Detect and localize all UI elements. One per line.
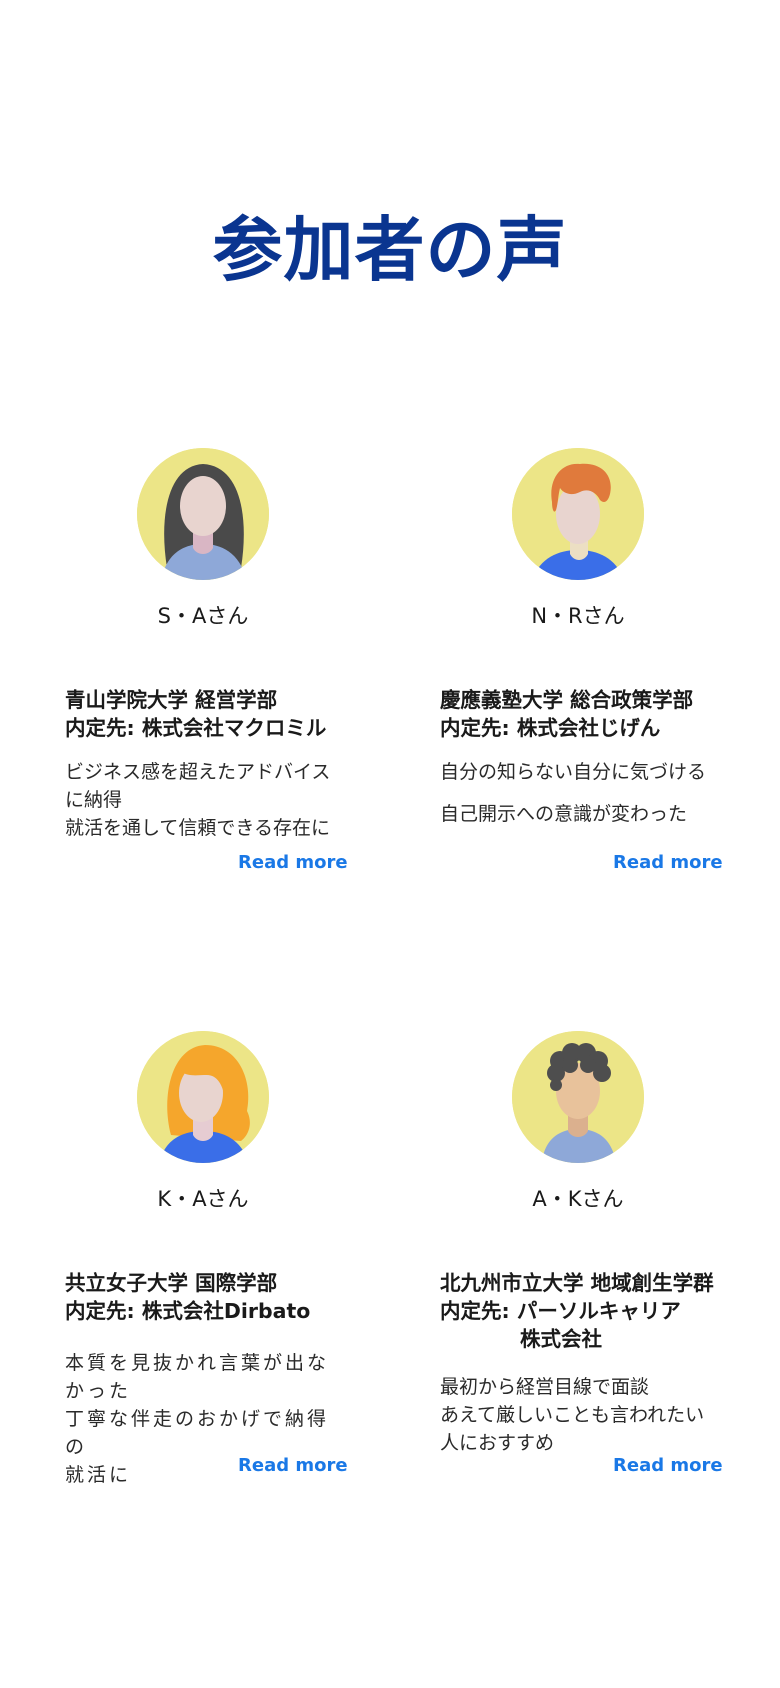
participant-name: S・Aさん — [157, 604, 249, 628]
school-faculty: 慶應義塾大学 総合政策学部 — [440, 688, 694, 712]
comment-line: 丁寧な伴走のおかげで納得の — [65, 1408, 330, 1458]
comment-line: 就活を通して信頼できる存在に — [65, 817, 331, 839]
participant-name: A・Kさん — [532, 1187, 624, 1211]
avatar-woman-icon — [137, 448, 269, 580]
avatar-woman-icon — [137, 1031, 269, 1163]
school-faculty: 北九州市立大学 地域創生学群 — [440, 1271, 714, 1295]
page-title: 参加者の声 — [212, 208, 568, 291]
comment-line: 最初から経営目線で面談 — [440, 1376, 650, 1398]
school-faculty: 共立女子大学 国際学部 — [65, 1271, 278, 1295]
read-more-link[interactable]: Read more — [613, 1455, 723, 1476]
offer-label: 内定先: — [65, 716, 142, 740]
testimonial-comment: 自分の知らない自分に気づける 自己開示への意識が変わった — [440, 758, 718, 828]
offer-label: 内定先: — [440, 716, 517, 740]
comment-line: 人におすすめ — [440, 1432, 555, 1454]
read-more-link[interactable]: Read more — [613, 852, 723, 873]
read-more-link[interactable]: Read more — [238, 852, 348, 873]
read-more-link[interactable]: Read more — [238, 1455, 348, 1476]
offer-company: 株式会社マクロミル — [141, 716, 327, 740]
offer-company-continued: 株式会社 — [520, 1327, 602, 1351]
comment-line: ビジネス感を超えたアドバイス — [65, 761, 331, 783]
avatar-man-icon — [512, 448, 644, 580]
testimonial-comment: ビジネス感を超えたアドバイス に納得 就活を通して信頼できる存在に — [65, 758, 343, 842]
job-offer: 内定先: パーソルキャリア 株式会社 — [440, 1297, 740, 1353]
avatar-man-icon — [512, 1031, 644, 1163]
job-offer: 内定先: 株式会社じげん — [440, 714, 740, 742]
comment-line: かった — [65, 1380, 132, 1402]
offer-company: パーソルキャリア — [516, 1299, 681, 1323]
participant-name: K・Aさん — [157, 1187, 249, 1211]
comment-line: あえて厳しいことも言われたい — [440, 1404, 705, 1426]
comment-line: 本質を見抜かれ言葉が出な — [65, 1352, 330, 1374]
offer-company: 株式会社Dirbato — [141, 1299, 311, 1323]
testimonial-comment: 最初から経営目線で面談 あえて厳しいことも言われたい 人におすすめ — [440, 1373, 718, 1457]
comment-line: 自分の知らない自分に気づける — [440, 761, 707, 783]
comment-line: 自己開示への意識が変わった — [440, 803, 688, 825]
offer-label: 内定先: — [65, 1299, 142, 1323]
job-offer: 内定先: 株式会社Dirbato — [65, 1297, 365, 1325]
offer-label: 内定先: — [440, 1299, 517, 1323]
job-offer: 内定先: 株式会社マクロミル — [65, 714, 365, 742]
school-faculty: 青山学院大学 経営学部 — [65, 688, 278, 712]
comment-line: に納得 — [65, 789, 123, 811]
participant-name: N・Rさん — [531, 604, 625, 628]
offer-company: 株式会社じげん — [516, 716, 661, 740]
